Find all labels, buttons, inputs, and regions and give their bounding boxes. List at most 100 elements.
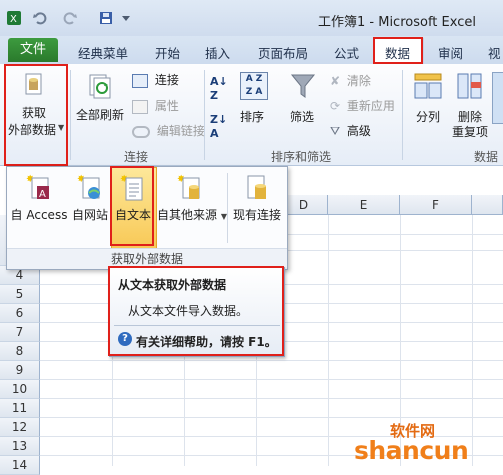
properties-icon <box>132 99 148 114</box>
row-header[interactable]: 7 <box>0 323 40 342</box>
row-header[interactable]: 5 <box>0 285 40 304</box>
existing-connections-button[interactable]: 现有连接 <box>229 173 285 223</box>
customize-qat-icon[interactable] <box>118 10 134 26</box>
clear-icon: ✘ <box>330 74 341 88</box>
remove-duplicates-icon <box>457 73 482 99</box>
row-header[interactable]: 10 <box>0 380 40 399</box>
tooltip-title: 从文本获取外部数据 <box>118 278 227 292</box>
group-separator <box>204 70 205 160</box>
row-header[interactable]: 12 <box>0 418 40 437</box>
menu-separator <box>227 173 228 243</box>
group-label-data-tools: 数据 <box>474 150 499 164</box>
sort-button[interactable]: A ZZ A 排序 <box>236 70 272 126</box>
column-header-f[interactable]: F <box>400 195 472 215</box>
tab-classic-menu[interactable]: 经典菜单 <box>78 43 128 62</box>
external-data-icon <box>25 73 42 95</box>
ribbon-tab-strip <box>0 36 503 64</box>
group-separator <box>70 70 71 160</box>
menu-group-label: 获取外部数据 <box>7 248 287 269</box>
funnel-icon <box>290 74 316 98</box>
from-other-sources-button[interactable]: ✸ 自其他来源 ▼ <box>157 173 227 223</box>
filter-button[interactable]: 筛选 <box>284 70 322 126</box>
access-icon: ✸A <box>26 174 49 200</box>
text-to-columns-button[interactable]: 分列 <box>410 70 446 126</box>
tab-page-layout[interactable]: 页面布局 <box>258 43 308 62</box>
filter-label: 筛选 <box>290 110 315 124</box>
group-separator <box>402 70 403 160</box>
gridline <box>40 379 503 380</box>
gridline <box>40 398 503 399</box>
clear-label: 清除 <box>346 74 371 88</box>
remove-duplicates-label-2: 重复项 <box>452 125 489 139</box>
title-bar: X 工作簿1 - Microsoft Excel <box>0 0 503 36</box>
reapply-icon: ⟳ <box>330 99 341 113</box>
clear-button: ✘ 清除 <box>330 72 371 89</box>
sort-az-button[interactable]: A↓ Z <box>210 74 228 102</box>
from-web-label: 自网站 <box>71 208 108 222</box>
properties-label: 属性 <box>154 99 179 113</box>
redo-icon[interactable] <box>62 10 78 26</box>
connections-icon <box>132 73 148 88</box>
get-external-data-button[interactable]: 获取 外部数据 ▼ <box>6 66 66 164</box>
tab-file[interactable]: 文件 <box>8 38 58 62</box>
gridline <box>40 360 503 361</box>
row-header[interactable]: 9 <box>0 361 40 380</box>
tab-view[interactable]: 视 <box>488 43 501 62</box>
from-web-button[interactable]: ✸ 自网站 <box>69 173 111 223</box>
properties-button: 属性 <box>132 97 179 114</box>
refresh-all-label: 全部刷新 <box>76 108 125 122</box>
sort-za-button[interactable]: Z↓ A <box>210 112 227 140</box>
column-header-g[interactable] <box>472 195 503 215</box>
svg-text:X: X <box>10 14 17 25</box>
tab-insert[interactable]: 插入 <box>205 43 230 62</box>
get-external-data-menu: ✸ A 自 Access ✸ 自网站 ✸ 自文本 ✸ 自其他来源 ▼ 现有连接 获… <box>6 166 288 270</box>
from-other-sources-label: 自其他来源 <box>157 208 218 222</box>
group-label-sort-filter: 排序和筛选 <box>271 150 332 164</box>
from-text-label: 自文本 <box>114 208 151 222</box>
column-header-e[interactable]: E <box>328 195 400 215</box>
edit-links-label: 编辑链接 <box>156 124 205 138</box>
window-title: 工作簿1 - Microsoft Excel <box>318 15 476 30</box>
get-external-label-2: 外部数据 <box>8 123 57 137</box>
globe-icon: ✸ <box>77 174 100 199</box>
split-columns-icon <box>414 73 442 99</box>
other-sources-icon: ✸ <box>177 174 200 199</box>
connections-label: 连接 <box>154 73 179 87</box>
dropdown-arrow-icon: ▼ <box>58 123 65 132</box>
ribbon-overflow <box>492 72 503 124</box>
undo-icon[interactable] <box>32 10 48 26</box>
existing-connections-label: 现有连接 <box>232 208 281 222</box>
get-external-label-1: 获取 <box>22 106 47 120</box>
connections-button[interactable]: 连接 <box>132 71 179 88</box>
tooltip: 从文本获取外部数据 从文本文件导入数据。 ? 有关详细帮助，请按 F1。 <box>109 267 285 357</box>
tooltip-help: 有关详细帮助，请按 F1。 <box>136 335 277 349</box>
tab-data-label[interactable]: 数据 <box>385 43 410 62</box>
row-header[interactable]: 8 <box>0 342 40 361</box>
watermark-logo: 软件网 shancun <box>354 418 502 465</box>
tooltip-separator <box>114 325 280 326</box>
advanced-filter-button[interactable]: ⛛ 高级 <box>330 122 371 139</box>
sort-label: 排序 <box>240 110 265 124</box>
advanced-label: 高级 <box>346 124 371 138</box>
text-file-icon: ✸ <box>120 174 143 201</box>
tooltip-body: 从文本文件导入数据。 <box>128 304 249 318</box>
split-label: 分列 <box>416 110 441 124</box>
remove-duplicates-button[interactable]: 删除 重复项 <box>450 70 492 140</box>
reapply-button: ⟳ 重新应用 <box>330 97 395 114</box>
sort-dialog-icon: A ZZ A <box>240 72 268 100</box>
tab-home[interactable]: 开始 <box>155 43 180 62</box>
watermark-line2: shancun <box>354 436 469 465</box>
tab-formulas[interactable]: 公式 <box>334 43 359 62</box>
from-text-button[interactable]: ✸ 自文本 <box>111 173 155 223</box>
refresh-icon <box>89 74 111 99</box>
refresh-all-button[interactable]: 全部刷新 <box>72 66 128 126</box>
row-header[interactable]: 13 <box>0 437 40 456</box>
help-icon: ? <box>118 332 132 346</box>
existing-connections-icon <box>247 175 266 199</box>
row-header[interactable]: 6 <box>0 304 40 323</box>
row-header[interactable]: 11 <box>0 399 40 418</box>
save-icon[interactable] <box>98 10 114 26</box>
from-access-button[interactable]: ✸ A 自 Access <box>9 173 69 223</box>
tab-review[interactable]: 审阅 <box>438 43 463 62</box>
from-access-label: 自 Access <box>10 208 68 222</box>
